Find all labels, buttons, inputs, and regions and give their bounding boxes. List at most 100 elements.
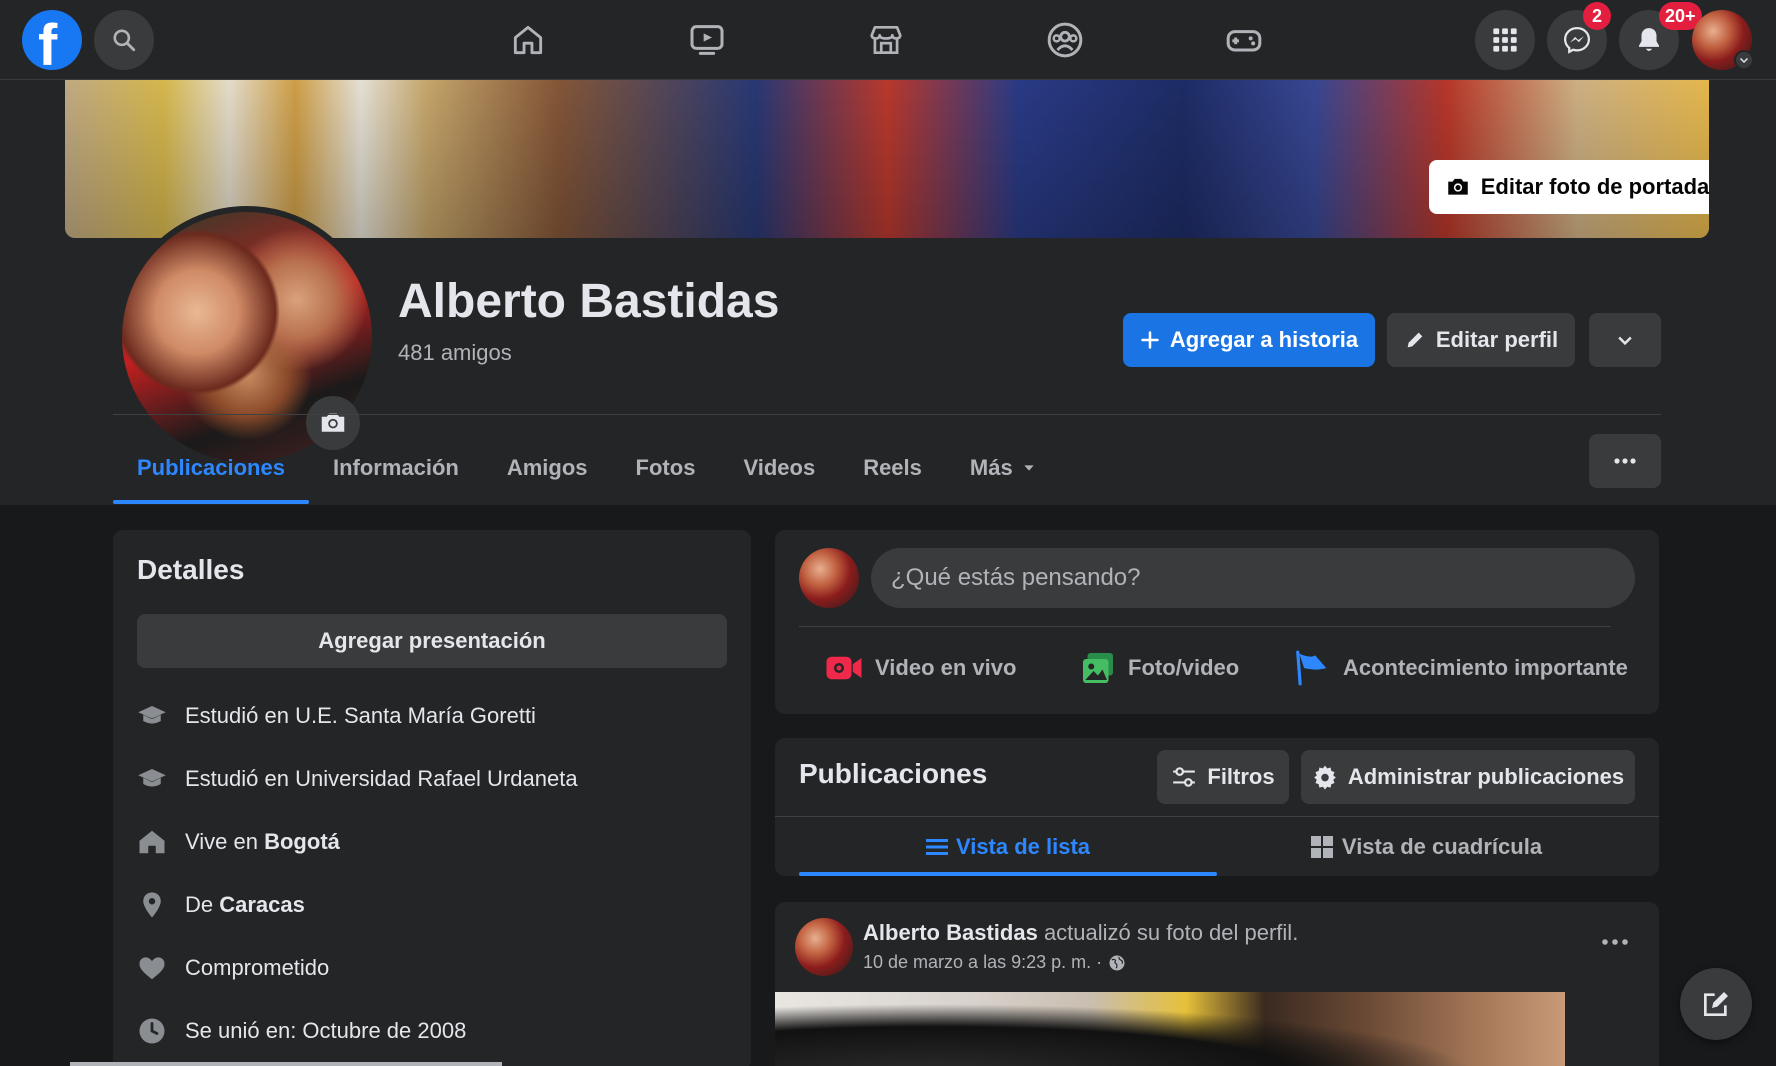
composer-avatar[interactable] bbox=[799, 548, 859, 608]
facebook-logo[interactable]: f bbox=[22, 10, 82, 70]
nav-home-tab[interactable] bbox=[473, 10, 583, 70]
menu-button[interactable] bbox=[1475, 10, 1535, 70]
nav-watch-tab[interactable] bbox=[652, 10, 762, 70]
video-icon bbox=[690, 25, 724, 55]
gear-icon bbox=[1314, 765, 1336, 790]
top-navigation: f 2 20+ bbox=[0, 0, 1776, 80]
post-author-avatar[interactable] bbox=[795, 918, 853, 976]
tab-amigos[interactable]: Amigos bbox=[483, 432, 612, 504]
composer-divider bbox=[799, 626, 1611, 627]
add-story-label: Agregar a historia bbox=[1169, 327, 1359, 352]
life-event-label: Acontecimiento importante bbox=[1343, 655, 1628, 680]
posts-divider bbox=[775, 816, 1659, 817]
photo-video-label: Foto/video bbox=[1128, 655, 1240, 680]
edit-profile-label: Editar perfil bbox=[1435, 327, 1559, 352]
post-meta: 10 de marzo a las 9:23 p. m. · bbox=[863, 952, 1126, 973]
notifications-button[interactable]: 20+ bbox=[1619, 2, 1702, 70]
detail-from: De Caracas bbox=[137, 885, 305, 925]
scroll-indicator bbox=[70, 1062, 502, 1066]
header-divider bbox=[113, 414, 1661, 415]
nav-marketplace-tab[interactable] bbox=[831, 10, 941, 70]
marketplace-icon bbox=[870, 25, 902, 55]
gaming-icon bbox=[1226, 30, 1262, 52]
detail-prefix: Vive en bbox=[185, 829, 265, 854]
heart-icon bbox=[137, 953, 167, 983]
photo-video-button[interactable]: Foto/video bbox=[1080, 638, 1239, 698]
composer-input[interactable]: ¿Qué estás pensando? bbox=[871, 548, 1635, 608]
nav-gaming-tab[interactable] bbox=[1189, 10, 1299, 70]
manage-posts-label: Administrar publicaciones bbox=[1347, 764, 1625, 789]
list-view-tab[interactable]: Vista de lista bbox=[799, 818, 1217, 876]
post-author-name[interactable]: Alberto Bastidas bbox=[863, 920, 1038, 945]
profile-tabs: Publicaciones Información Amigos Fotos V… bbox=[113, 432, 1061, 504]
detail-education-2: Estudió en Universidad Rafael Urdaneta bbox=[137, 759, 578, 799]
search-button[interactable] bbox=[94, 10, 154, 70]
plus-icon bbox=[1141, 331, 1159, 349]
grid-view-tab[interactable]: Vista de cuadrícula bbox=[1217, 818, 1635, 876]
list-view-label: Vista de lista bbox=[955, 834, 1091, 859]
detail-link-city[interactable]: Caracas bbox=[219, 892, 305, 917]
detail-text: Se unió en: Octubre de 2008 bbox=[185, 1018, 467, 1043]
home-icon bbox=[137, 827, 167, 857]
post-header-text: Alberto Bastidas actualizó su foto del p… bbox=[863, 920, 1298, 946]
details-card: Detalles Agregar presentación Estudió en… bbox=[113, 530, 751, 1066]
tab-label: Información bbox=[332, 455, 459, 480]
filters-button[interactable]: Filtros bbox=[1157, 750, 1289, 804]
detail-text: Comprometido bbox=[185, 955, 330, 980]
tabs-more-options-button[interactable] bbox=[1589, 434, 1661, 488]
new-message-button[interactable] bbox=[1680, 968, 1752, 1040]
tab-reels[interactable]: Reels bbox=[839, 432, 946, 504]
life-event-button[interactable]: Acontecimiento importante bbox=[1293, 638, 1628, 698]
post-image[interactable] bbox=[775, 992, 1565, 1066]
detail-text: Estudió en Universidad Rafael Urdaneta bbox=[185, 766, 578, 791]
menu-grid-icon bbox=[1493, 28, 1517, 52]
profile-options-button[interactable] bbox=[1589, 313, 1661, 367]
list-icon bbox=[925, 839, 948, 855]
live-video-icon bbox=[826, 656, 862, 680]
tab-label: Reels bbox=[863, 455, 922, 480]
edit-cover-button[interactable]: Editar foto de portada bbox=[1429, 160, 1709, 214]
messenger-button[interactable]: 2 bbox=[1547, 2, 1611, 70]
tab-label: Más bbox=[969, 455, 1013, 480]
graduation-cap-icon bbox=[137, 764, 167, 794]
filters-label: Filtros bbox=[1207, 764, 1275, 789]
ellipsis-icon bbox=[1602, 939, 1628, 945]
profile-name: Alberto Bastidas bbox=[398, 275, 780, 328]
add-presentation-button[interactable]: Agregar presentación bbox=[137, 614, 727, 668]
home-icon bbox=[513, 25, 543, 55]
add-story-button[interactable]: Agregar a historia bbox=[1123, 313, 1375, 367]
photo-icon bbox=[1083, 653, 1113, 683]
tab-fotos[interactable]: Fotos bbox=[612, 432, 720, 504]
friends-count[interactable]: 481 amigos bbox=[398, 340, 512, 366]
search-icon bbox=[113, 29, 136, 52]
live-video-label: Video en vivo bbox=[875, 655, 1017, 680]
grid-view-label: Vista de cuadrícula bbox=[1341, 834, 1543, 859]
detail-link-city[interactable]: Bogotá bbox=[264, 829, 340, 854]
grid-icon bbox=[1310, 836, 1333, 858]
post-action-text: actualizó su foto del perfil. bbox=[1037, 920, 1299, 945]
tab-publicaciones[interactable]: Publicaciones bbox=[113, 432, 309, 504]
live-video-button[interactable]: Video en vivo bbox=[825, 638, 1016, 698]
tab-informacion[interactable]: Información bbox=[309, 432, 483, 504]
clock-icon bbox=[137, 1016, 167, 1046]
account-menu-toggle[interactable] bbox=[1734, 50, 1754, 70]
tab-mas[interactable]: Más bbox=[946, 432, 1061, 504]
edit-profile-button[interactable]: Editar perfil bbox=[1387, 313, 1575, 367]
post-timestamp[interactable]: 10 de marzo a las 9:23 p. m. · bbox=[863, 952, 1102, 973]
posts-section-title: Publicaciones bbox=[799, 758, 988, 789]
manage-posts-button[interactable]: Administrar publicaciones bbox=[1301, 750, 1635, 804]
nav-groups-tab[interactable] bbox=[1010, 10, 1120, 70]
tab-videos[interactable]: Videos bbox=[719, 432, 839, 504]
edit-cover-label: Editar foto de portada bbox=[1480, 174, 1709, 199]
detail-education-1: Estudió en U.E. Santa María Goretti bbox=[137, 696, 536, 736]
detail-relationship: Comprometido bbox=[137, 948, 329, 988]
cover-photo[interactable]: Editar foto de portada bbox=[65, 80, 1709, 238]
location-pin-icon bbox=[137, 890, 167, 920]
flag-icon bbox=[1296, 650, 1327, 686]
caret-down-icon bbox=[1024, 465, 1034, 471]
detail-prefix: De bbox=[185, 892, 220, 917]
tab-label: Videos bbox=[743, 455, 816, 480]
posts-header-card: Publicaciones Filtros Administrar public… bbox=[775, 738, 1659, 876]
post-options-button[interactable] bbox=[1595, 922, 1635, 962]
tab-label: Amigos bbox=[506, 455, 588, 480]
